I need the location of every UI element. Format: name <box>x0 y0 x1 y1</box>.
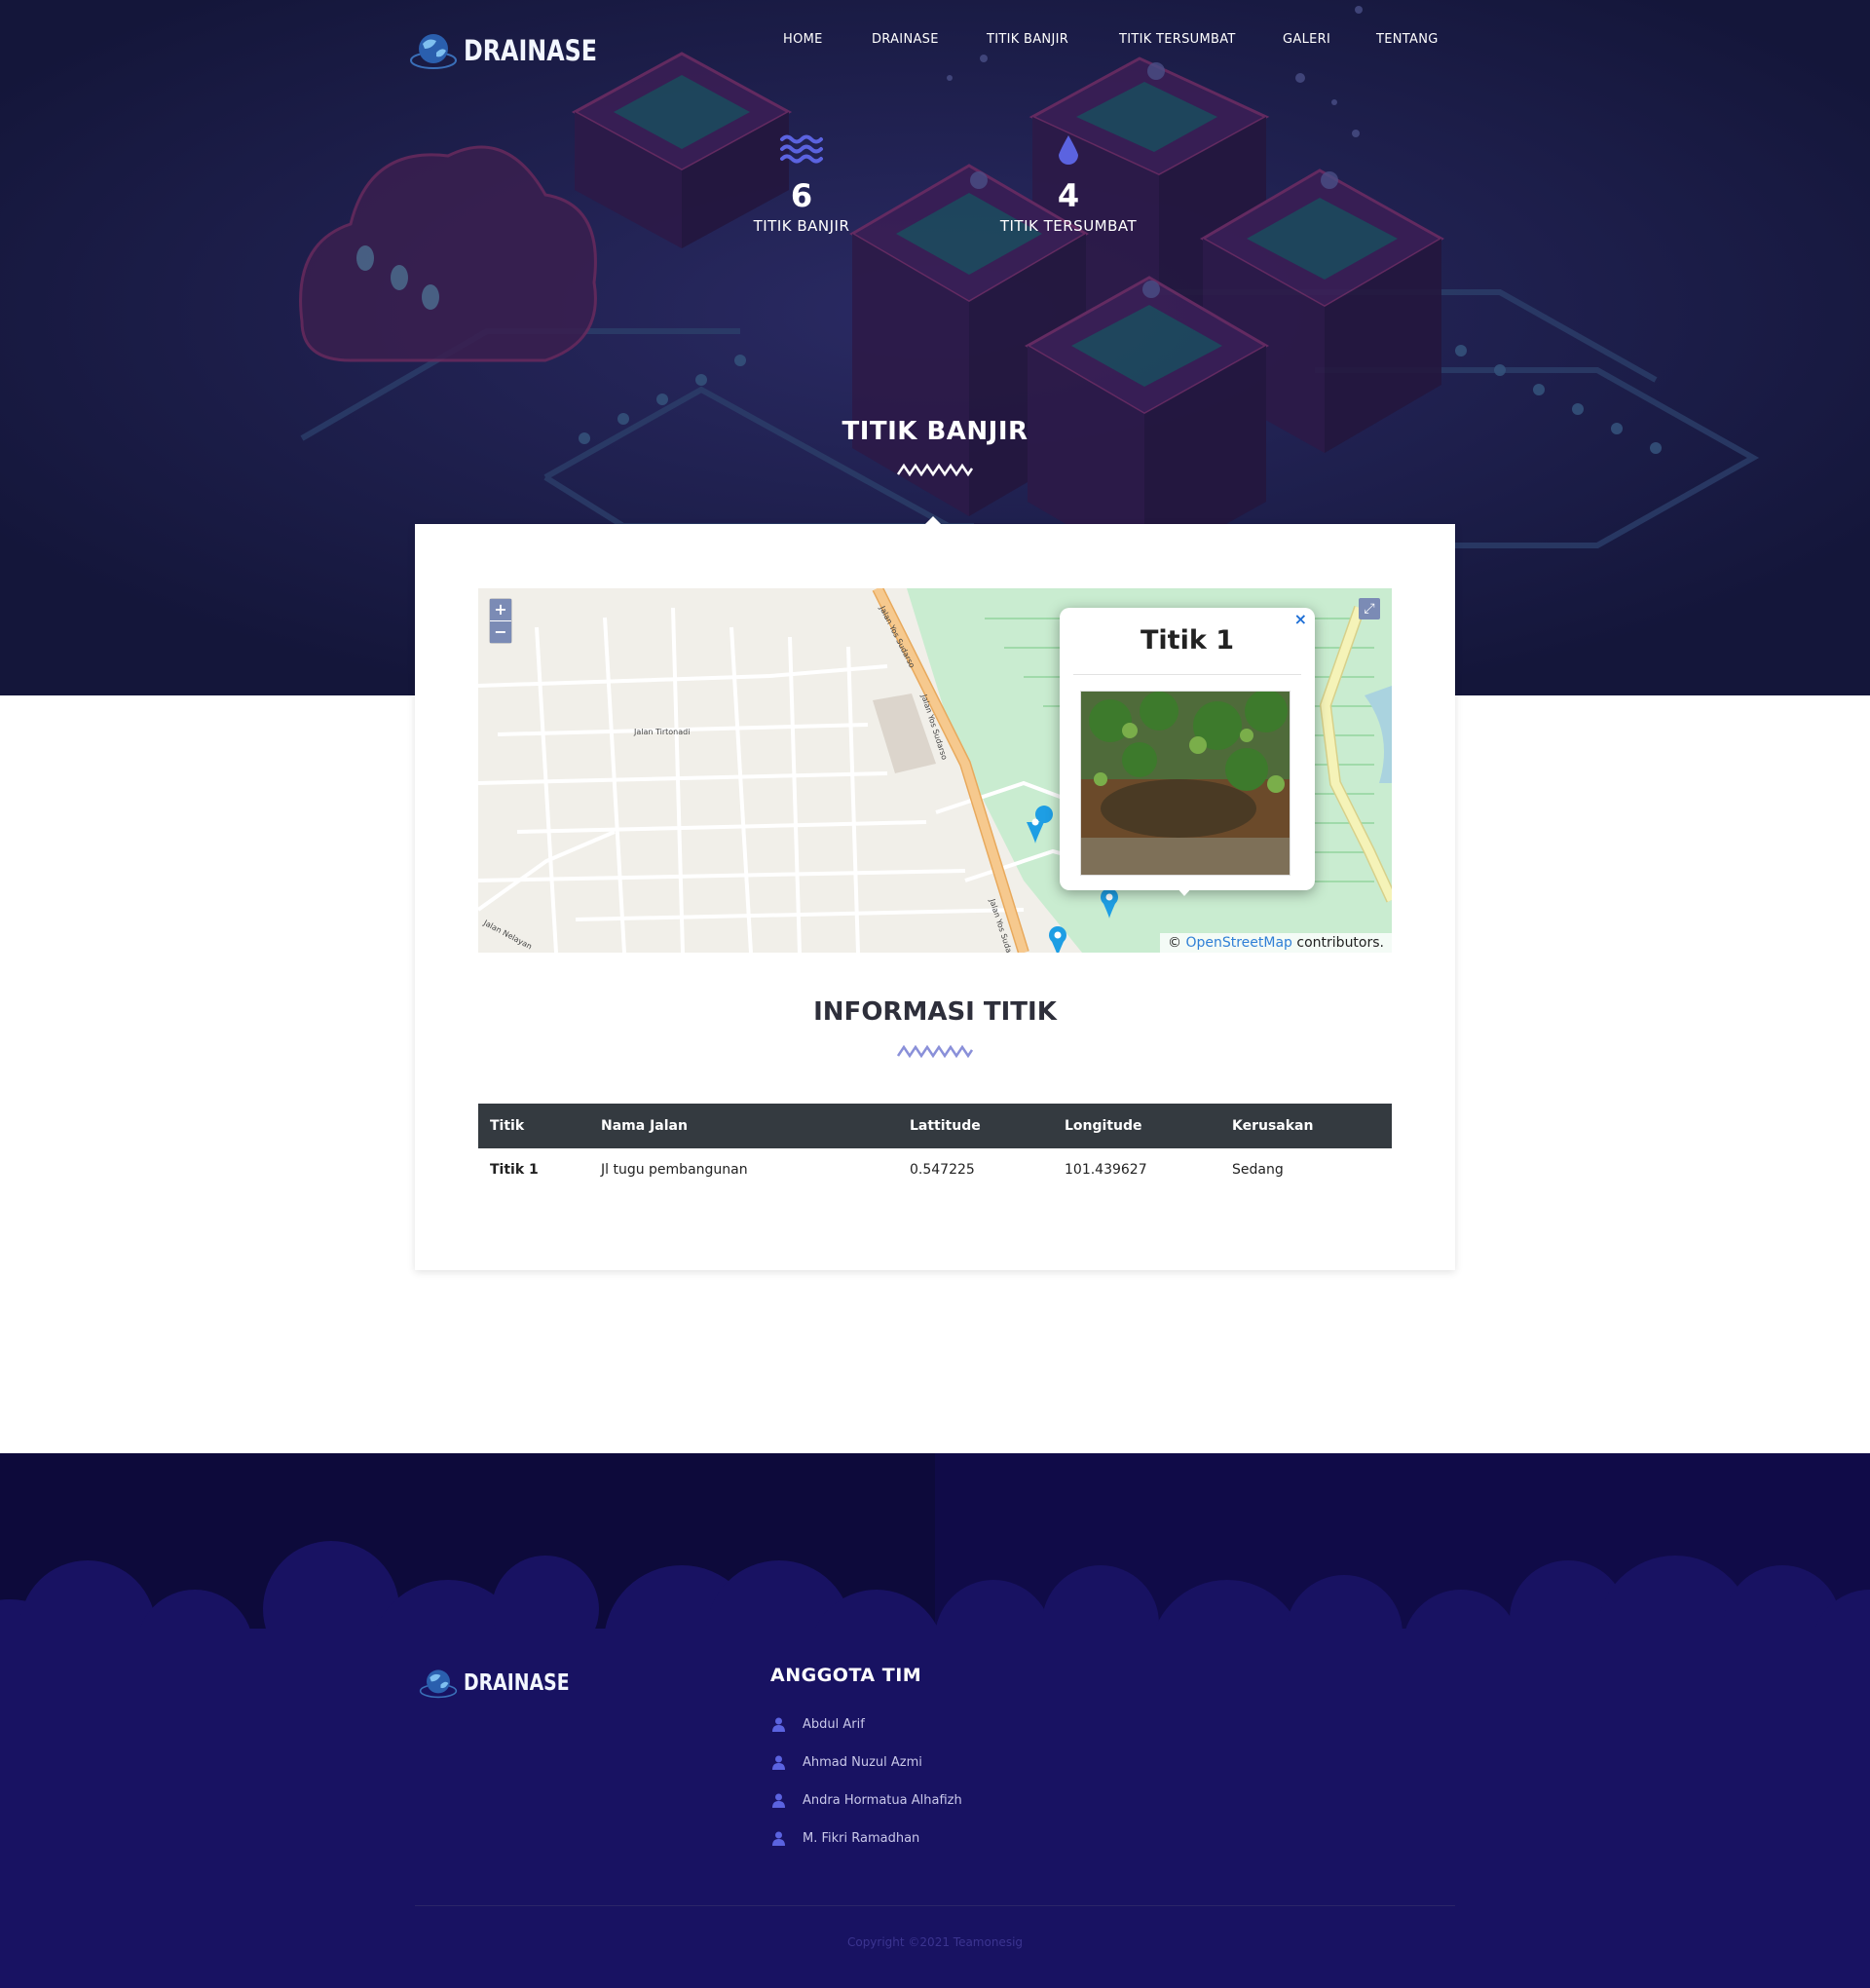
team-member: Abdul Arif <box>770 1714 865 1734</box>
map-attribution: © OpenStreetMap contributors. <box>1160 933 1392 953</box>
team-member: M. Fikri Ramadhan <box>770 1828 919 1848</box>
zoom-control: + − <box>489 598 512 644</box>
col-longitude: Longitude <box>1065 1118 1142 1134</box>
member-name: Abdul Arif <box>803 1716 865 1732</box>
stat-titik-banjir: 6 TITIK BANJIR <box>694 133 909 235</box>
nav-titik-banjir[interactable]: TITIK BANJIR <box>987 32 1068 47</box>
map-popup: × Titik 1 <box>1060 608 1315 896</box>
team-member: Ahmad Nuzul Azmi <box>770 1752 922 1772</box>
nav-titik-tersumbat[interactable]: TITIK TERSUMBAT <box>1119 32 1236 47</box>
col-kerusakan: Kerusakan <box>1232 1118 1314 1134</box>
team-member: Andra Hormatua Alhafizh <box>770 1790 962 1810</box>
brand-logo[interactable]: DRAINASE <box>409 29 626 72</box>
expand-icon[interactable]: ⤢ <box>1359 598 1380 619</box>
location-photo <box>1080 691 1290 876</box>
footer-brand-logo[interactable]: DRAINASE <box>419 1662 593 1705</box>
zoom-out-button[interactable]: − <box>490 620 511 643</box>
stat-value: 6 <box>790 177 813 214</box>
cell-longitude: 101.439627 <box>1065 1162 1147 1178</box>
zigzag-divider <box>897 463 973 476</box>
popup-tip <box>1176 886 1193 896</box>
drainage-globe-icon <box>410 34 457 69</box>
footer-divider <box>415 1905 1455 1906</box>
popup-divider <box>1073 674 1301 675</box>
nav-tentang[interactable]: TENTANG <box>1376 32 1439 47</box>
card-notch <box>924 516 942 525</box>
brand-name: DRAINASE <box>464 34 597 67</box>
page-title: TITIK BANJIR <box>842 417 1028 446</box>
content-card: Jalan Tirtonadi Jalan Yos Sudarso Jalan … <box>415 516 1455 1270</box>
table-row: Titik 1 Jl tugu pembangunan 0.547225 101… <box>478 1148 1392 1191</box>
zigzag-divider <box>897 1044 973 1058</box>
cell-titik: Titik 1 <box>490 1162 539 1178</box>
street-label: Jalan Tirtonadi <box>633 728 690 736</box>
member-name: M. Fikri Ramadhan <box>803 1830 920 1846</box>
member-name: Andra Hormatua Alhafizh <box>803 1792 962 1808</box>
nav-drainase[interactable]: DRAINASE <box>872 32 939 47</box>
user-icon <box>772 1755 785 1770</box>
popup-title: Titik 1 <box>1141 625 1234 656</box>
footer: DRAINASE ANGGOTA TIM Abdul Arif Ahmad Nu… <box>0 1453 1870 1988</box>
stat-value: 4 <box>1057 177 1080 214</box>
cell-kerusakan: Sedang <box>1232 1162 1284 1178</box>
user-icon <box>772 1717 785 1732</box>
nav-galeri[interactable]: GALERI <box>1283 32 1330 47</box>
map-view[interactable]: Jalan Tirtonadi Jalan Yos Sudarso Jalan … <box>478 588 1392 953</box>
openstreetmap-link[interactable]: OpenStreetMap <box>1185 935 1291 951</box>
footer-clouds <box>0 1453 1870 1648</box>
team-title: ANGGOTA TIM <box>770 1665 922 1686</box>
table-header-row: Titik Nama Jalan Lattitude Longitude Ker… <box>478 1104 1392 1148</box>
water-drop-icon <box>1059 135 1078 165</box>
user-icon <box>772 1793 785 1808</box>
nav-home[interactable]: HOME <box>783 32 823 47</box>
cell-nama-jalan: Jl tugu pembangunan <box>601 1162 748 1178</box>
col-nama-jalan: Nama Jalan <box>601 1118 688 1134</box>
stat-titik-tersumbat: 4 TITIK TERSUMBAT <box>961 133 1176 235</box>
stat-label: TITIK BANJIR <box>753 217 850 235</box>
user-icon <box>772 1831 785 1846</box>
copyright-text: Copyright ©2021 Teamonesig <box>846 1935 1024 1949</box>
info-title: INFORMASI TITIK <box>813 997 1057 1027</box>
col-latitude: Lattitude <box>910 1118 981 1134</box>
member-name: Ahmad Nuzul Azmi <box>803 1754 922 1770</box>
footer-brand-name: DRAINASE <box>464 1670 570 1696</box>
stat-label: TITIK TERSUMBAT <box>999 217 1138 235</box>
waves-icon <box>780 134 823 164</box>
col-titik: Titik <box>490 1118 525 1134</box>
cell-latitude: 0.547225 <box>910 1162 975 1178</box>
info-table: Titik Nama Jalan Lattitude Longitude Ker… <box>478 1104 1392 1191</box>
drainage-globe-icon <box>419 1669 458 1699</box>
zoom-in-button[interactable]: + <box>490 599 511 620</box>
